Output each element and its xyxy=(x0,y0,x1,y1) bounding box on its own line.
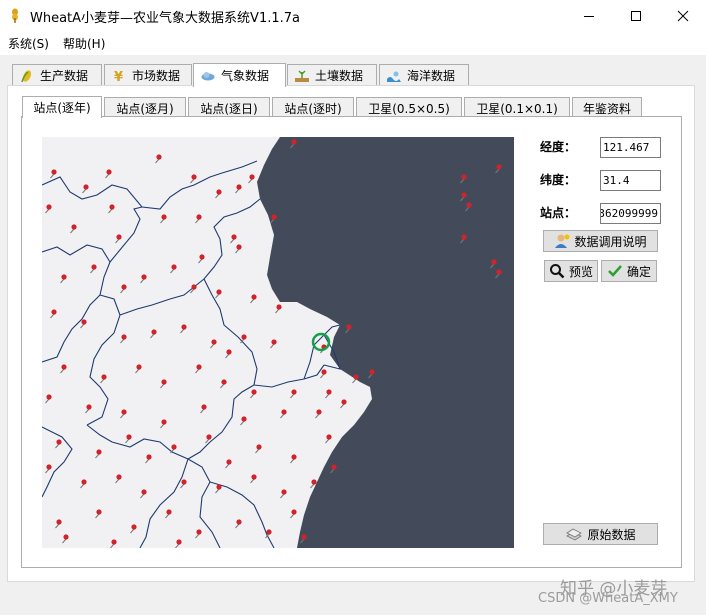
station-label: 站点： xyxy=(540,206,577,220)
yen-icon: ¥ xyxy=(114,70,123,83)
svg-text:¥: ¥ xyxy=(114,70,123,83)
ocean-icon xyxy=(387,71,401,82)
maximize-icon xyxy=(631,10,641,21)
checkmark-icon xyxy=(608,265,622,277)
close-button[interactable] xyxy=(660,0,706,31)
subtab-station-hourly[interactable]: 站点(逐时) xyxy=(272,97,354,118)
station-input[interactable]: 362099999 xyxy=(600,203,661,224)
preview-button[interactable]: 预览 xyxy=(544,260,598,282)
data-usage-help-button[interactable]: 数据调用说明 xyxy=(543,230,658,252)
cloud-icon xyxy=(201,71,215,80)
watermark-csdn: CSDN @WheatA_XMY xyxy=(538,591,678,606)
station-map[interactable] xyxy=(42,137,514,548)
latitude-label: 纬度： xyxy=(540,173,577,187)
title-bar[interactable]: WheatA小麦芽—农业气象大数据系统V1.1.7a xyxy=(0,0,706,31)
magnifier-icon xyxy=(549,264,565,279)
tab-label: 市场数据 xyxy=(132,69,181,83)
tab-label: 海洋数据 xyxy=(407,69,456,83)
tab-weather-data[interactable]: 气象数据 xyxy=(193,63,286,87)
close-icon xyxy=(677,10,689,21)
raw-data-button[interactable]: 原始数据 xyxy=(543,523,658,545)
wheat-app-icon xyxy=(12,8,18,23)
subtab-station-yearly[interactable]: 站点(逐年) xyxy=(22,96,102,118)
menu-system[interactable]: 系统(S) xyxy=(8,35,49,52)
soil-icon xyxy=(295,69,309,82)
longitude-input[interactable]: 121.467 xyxy=(600,137,661,158)
window-title: WheatA小麦芽—农业气象大数据系统V1.1.7a xyxy=(30,11,300,26)
tab-market-data[interactable]: ¥ 市场数据 xyxy=(104,64,192,86)
menu-help[interactable]: 帮助(H) xyxy=(63,35,105,52)
maximize-button[interactable] xyxy=(613,0,659,31)
latitude-input[interactable]: 31.4 xyxy=(600,170,661,191)
button-label: 数据调用说明 xyxy=(574,234,647,249)
minimize-icon xyxy=(584,15,594,17)
map-canvas xyxy=(42,137,514,548)
confirm-button[interactable]: 确定 xyxy=(601,260,657,282)
subtab-satellite-01[interactable]: 卫星(0.1×0.1) xyxy=(464,97,570,118)
document-stack-icon xyxy=(566,528,583,541)
button-label: 原始数据 xyxy=(587,527,636,542)
corn-icon xyxy=(21,69,32,82)
minimize-button[interactable] xyxy=(566,0,612,31)
tab-label: 土壤数据 xyxy=(315,69,364,83)
subtab-station-monthly[interactable]: 站点(逐月) xyxy=(104,97,186,118)
subtab-satellite-05[interactable]: 卫星(0.5×0.5) xyxy=(356,97,462,118)
tab-production-data[interactable]: 生产数据 xyxy=(12,64,102,86)
user-help-icon xyxy=(555,234,570,248)
tab-soil-data[interactable]: 土壤数据 xyxy=(287,64,377,86)
tab-ocean-data[interactable]: 海洋数据 xyxy=(379,64,469,86)
subtab-yearbook[interactable]: 年鉴资料 xyxy=(572,97,642,118)
subtab-station-daily[interactable]: 站点(逐日) xyxy=(188,97,270,118)
button-label: 预览 xyxy=(568,264,593,279)
longitude-label: 经度： xyxy=(540,140,577,154)
app-window: WheatA小麦芽—农业气象大数据系统V1.1.7a 系统(S) 帮助(H) 生… xyxy=(0,0,706,615)
tab-label: 生产数据 xyxy=(40,69,89,83)
tab-label: 气象数据 xyxy=(221,69,270,83)
menu-bar: 系统(S) 帮助(H) xyxy=(0,31,706,55)
button-label: 确定 xyxy=(626,264,651,279)
